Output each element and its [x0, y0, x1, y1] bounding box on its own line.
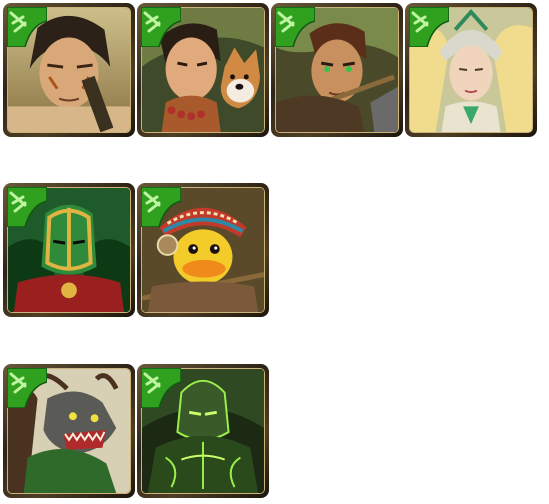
character-card-maiden[interactable]	[405, 3, 537, 137]
character-card-warrior[interactable]	[3, 3, 135, 137]
leaf-badge-icon	[7, 368, 47, 408]
character-card-archer[interactable]	[271, 3, 403, 137]
leaf-badge-icon	[7, 187, 47, 227]
card-row-1	[3, 3, 537, 137]
character-card-golem[interactable]	[137, 364, 269, 498]
leaf-badge-icon	[141, 7, 181, 47]
leaf-badge-icon	[409, 7, 449, 47]
leaf-badge-icon	[275, 7, 315, 47]
character-card-knight[interactable]	[3, 183, 135, 317]
character-card-dragon[interactable]	[3, 364, 135, 498]
character-card-hunter[interactable]	[137, 3, 269, 137]
leaf-badge-icon	[141, 187, 181, 227]
leaf-badge-icon	[7, 7, 47, 47]
leaf-badge-icon	[141, 368, 181, 408]
character-card-duck[interactable]	[137, 183, 269, 317]
card-row-2	[3, 183, 269, 317]
character-grid	[0, 0, 549, 504]
card-row-3	[3, 364, 269, 498]
